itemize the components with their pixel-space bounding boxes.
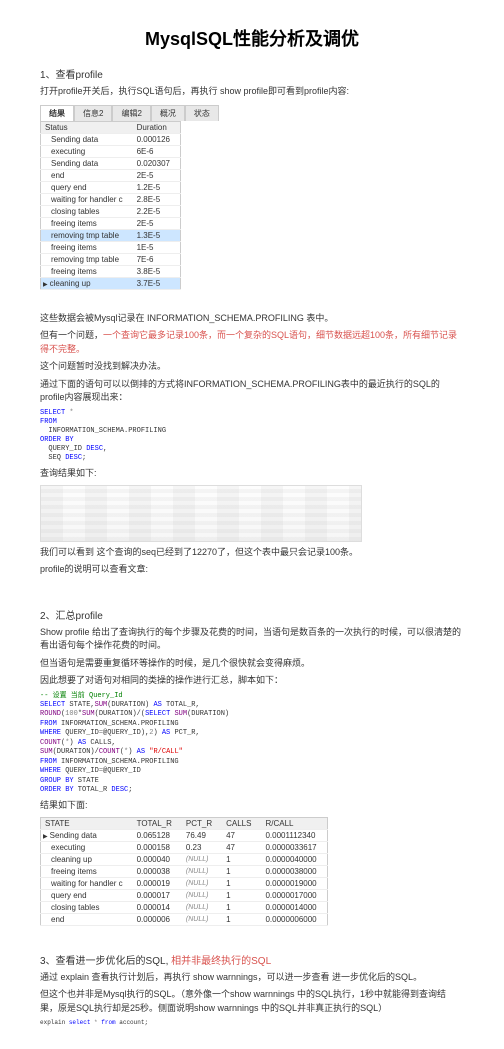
tab-profile[interactable]: 概况 xyxy=(151,105,185,121)
s2-p2: 但当语句是需要重复循环等操作的时候，是几个很快就会变得麻烦。 xyxy=(40,657,464,671)
s1-intro: 打开profile开关后，执行SQL语句后，再执行 show profile即可… xyxy=(40,85,464,99)
table-row: executing0.0001580.23470.0000033617 xyxy=(41,841,328,853)
table-row: removing tmp table1.3E-5 xyxy=(41,229,181,241)
sql-block-2: -- 设置 当前 Query_Id SELECT STATE,SUM(DURAT… xyxy=(40,692,464,796)
s1-p5: 查询结果如下: xyxy=(40,467,464,481)
result-screenshot xyxy=(40,485,362,542)
s1-p7: profile的说明可以查看文章: xyxy=(40,563,464,577)
s1-p6: 我们可以看到 这个查询的seq已经到了12270了，但这个表中最只会记录100条… xyxy=(40,546,464,560)
s3-p2: 但这个也并非是Mysql执行的SQL。（意外像一个show warnnings … xyxy=(40,988,464,1015)
table-row: waiting for handler c0.000019(NULL)10.00… xyxy=(41,877,328,889)
tab-status[interactable]: 状态 xyxy=(185,105,219,121)
table-row: end2E-5 xyxy=(41,169,181,181)
s2-p4: 结果如下面: xyxy=(40,799,464,813)
s1-p4: 通过下面的语句可以以倒排的方式将INFORMATION_SCHEMA.PROFI… xyxy=(40,378,464,405)
table-row: freeing items3.8E-5 xyxy=(41,265,181,277)
section1-heading: 1、查看profile xyxy=(40,66,464,81)
table-row: Sending data0.020307 xyxy=(41,157,181,169)
section2-heading: 2、汇总profile xyxy=(40,607,464,622)
s1-p1: 这些数据会被Mysql记录在 INFORMATION_SCHEMA.PROFIL… xyxy=(40,312,464,326)
result-tabs: 结果 信息2 编辑2 概况 状态 xyxy=(40,105,464,121)
summary-table: STATETOTAL_RPCT_RCALLSR/CALL Sending dat… xyxy=(40,817,328,926)
table-row: query end1.2E-5 xyxy=(41,181,181,193)
table-row: query end0.000017(NULL)10.0000017000 xyxy=(41,889,328,901)
tab-edit[interactable]: 编辑2 xyxy=(112,105,150,121)
s3-p1: 通过 explain 查看执行计划后，再执行 show warnnings，可以… xyxy=(40,971,464,985)
tab-info[interactable]: 信息2 xyxy=(74,105,112,121)
table-row: end0.000006(NULL)10.0000006000 xyxy=(41,913,328,925)
table-row: cleaning up0.000040(NULL)10.0000040000 xyxy=(41,853,328,865)
s1-p3: 这个问题暂时没找到解决办法。 xyxy=(40,360,464,374)
table-row: executing6E-6 xyxy=(41,145,181,157)
table-row: Sending data0.06512876.49470.0001112340 xyxy=(41,829,328,841)
tab-result[interactable]: 结果 xyxy=(40,105,74,121)
sql-block-1: SELECT * FROM INFORMATION_SCHEMA.PROFILI… xyxy=(40,409,464,464)
sql-block-3: explain select * from account; xyxy=(40,1019,464,1027)
page-title: MysqlSQL性能分析及调优 xyxy=(40,25,464,51)
table-row: removing tmp table7E-6 xyxy=(41,253,181,265)
section3-heading: 3、查看进一步优化后的SQL, 相并非最终执行的SQL xyxy=(40,952,464,967)
s1-p2: 但有一个问题，一个查询它最多记录100条，而一个复杂的SQL语句，细节数据远超1… xyxy=(40,329,464,356)
s2-p3: 因此想要了对语句对相同的类操的操作进行汇总，脚本如下： xyxy=(40,674,464,688)
table-row: waiting for handler c2.8E-5 xyxy=(41,193,181,205)
s2-p1: Show profile 给出了查询执行的每个步骤及花费的时间，当语句是数百条的… xyxy=(40,626,464,653)
table-row: Sending data0.000126 xyxy=(41,133,181,145)
table-row: closing tables2.2E-5 xyxy=(41,205,181,217)
profile-table: StatusDuration Sending data0.000126 exec… xyxy=(40,121,181,290)
table-row: freeing items2E-5 xyxy=(41,217,181,229)
table-row: cleaning up3.7E-5 xyxy=(41,277,181,289)
table-row: closing tables0.000014(NULL)10.000001400… xyxy=(41,901,328,913)
table-row: freeing items0.000038(NULL)10.0000038000 xyxy=(41,865,328,877)
table-row: freeing items1E-5 xyxy=(41,241,181,253)
